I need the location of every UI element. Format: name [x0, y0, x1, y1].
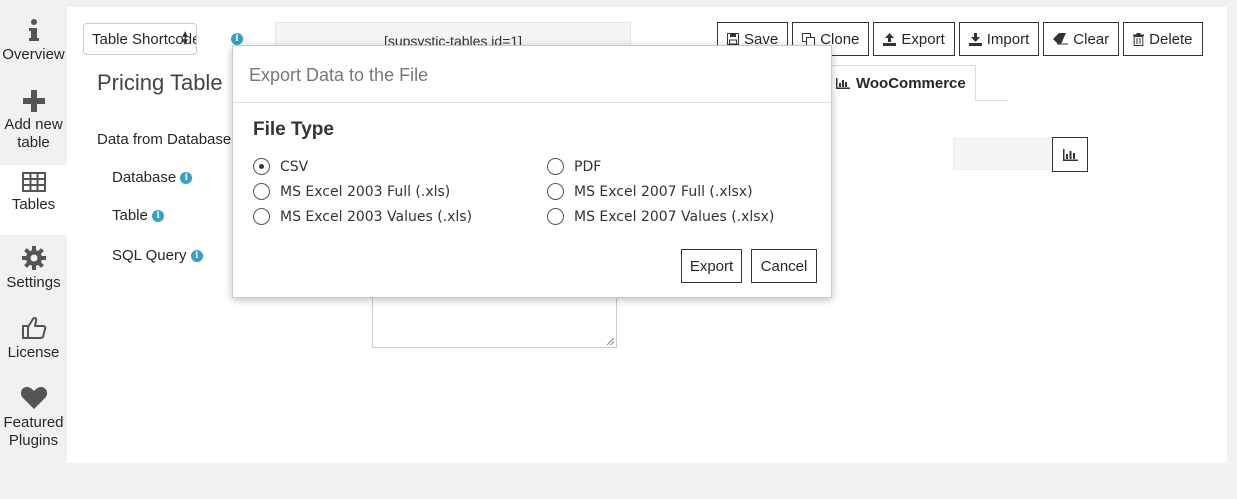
sidebar-item-license[interactable]: License [0, 312, 67, 362]
export-dialog: Export Data to the File File Type CSV PD… [232, 45, 832, 298]
radio-xls-full[interactable]: MS Excel 2003 Full (.xls) [253, 183, 450, 200]
info-icon[interactable]: i [231, 33, 243, 45]
copy-icon [802, 32, 816, 46]
export-confirm-button[interactable]: Export [681, 249, 742, 283]
sidebar-item-tables[interactable]: Tables [0, 165, 67, 235]
radio-button[interactable] [547, 183, 564, 200]
trash-icon [1133, 32, 1145, 46]
radio-csv[interactable]: CSV [253, 158, 308, 175]
bar-chart-icon [1062, 148, 1078, 161]
info-icon[interactable]: i [190, 250, 203, 263]
bar-chart-icon [836, 78, 850, 89]
upload-icon [883, 32, 897, 46]
export-button[interactable]: Export [873, 22, 955, 56]
sidebar-item-label: Tables [11, 196, 56, 213]
table-label: Table i [112, 207, 165, 224]
plus-icon [22, 84, 45, 112]
sql-query-textarea[interactable] [372, 293, 617, 348]
chevron-updown-icon: ▲ ▼ [180, 29, 190, 48]
page-title: Pricing Table [97, 70, 223, 95]
data-from-database-label: Data from Database [97, 131, 232, 148]
gear-icon [21, 242, 46, 270]
heart-icon [20, 382, 48, 410]
sidebar-item-label: Settings [6, 274, 61, 291]
info-icon [27, 14, 41, 42]
table-grid-icon [21, 165, 46, 192]
woocommerce-input[interactable] [953, 138, 1053, 170]
resize-handle-icon[interactable] [607, 338, 614, 345]
file-type-heading: File Type [253, 119, 334, 140]
radio-button[interactable] [547, 208, 564, 225]
eraser-icon [1053, 33, 1069, 45]
import-button[interactable]: Import [958, 22, 1040, 56]
sidebar-item-label: Overview [2, 46, 65, 63]
info-icon[interactable]: i [152, 210, 165, 223]
shortcode-select[interactable]: Table Shortcode ▲ ▼ [83, 23, 197, 55]
dialog-title: Export Data to the File [249, 65, 429, 85]
radio-xlsx-full[interactable]: MS Excel 2007 Full (.xlsx) [547, 183, 753, 200]
floppy-icon [727, 33, 739, 45]
chart-button[interactable] [1052, 137, 1088, 172]
radio-xlsx-values[interactable]: MS Excel 2007 Values (.xlsx) [547, 208, 774, 225]
radio-pdf[interactable]: PDF [547, 158, 601, 175]
dialog-divider [233, 102, 831, 103]
tab-woocommerce[interactable]: WooCommerce [819, 65, 976, 101]
radio-button[interactable] [253, 158, 270, 175]
cancel-button[interactable]: Cancel [751, 249, 817, 283]
delete-button[interactable]: Delete [1123, 22, 1203, 56]
download-icon [968, 32, 982, 46]
sidebar-item-label: Add new table [4, 116, 63, 151]
sidebar-item-overview[interactable]: Overview [0, 14, 67, 64]
sidebar-item-add-new-table[interactable]: Add new table [0, 84, 67, 152]
sidebar-item-settings[interactable]: Settings [0, 242, 67, 292]
radio-button[interactable] [253, 183, 270, 200]
sidebar-item-featured-plugins[interactable]: Featured Plugins [0, 382, 67, 450]
clear-button[interactable]: Clear [1043, 22, 1120, 56]
thumbs-up-icon [21, 312, 47, 340]
radio-xls-values[interactable]: MS Excel 2003 Values (.xls) [253, 208, 472, 225]
radio-button[interactable] [253, 208, 270, 225]
sql-query-label: SQL Query i [112, 247, 203, 264]
database-label: Database i [112, 169, 193, 186]
info-icon[interactable]: i [180, 172, 193, 185]
sidebar-item-label: Featured Plugins [3, 414, 64, 449]
sidebar: Overview Add new table Tables Settings L… [0, 0, 67, 499]
sidebar-item-label: License [7, 344, 60, 361]
radio-button[interactable] [547, 158, 564, 175]
